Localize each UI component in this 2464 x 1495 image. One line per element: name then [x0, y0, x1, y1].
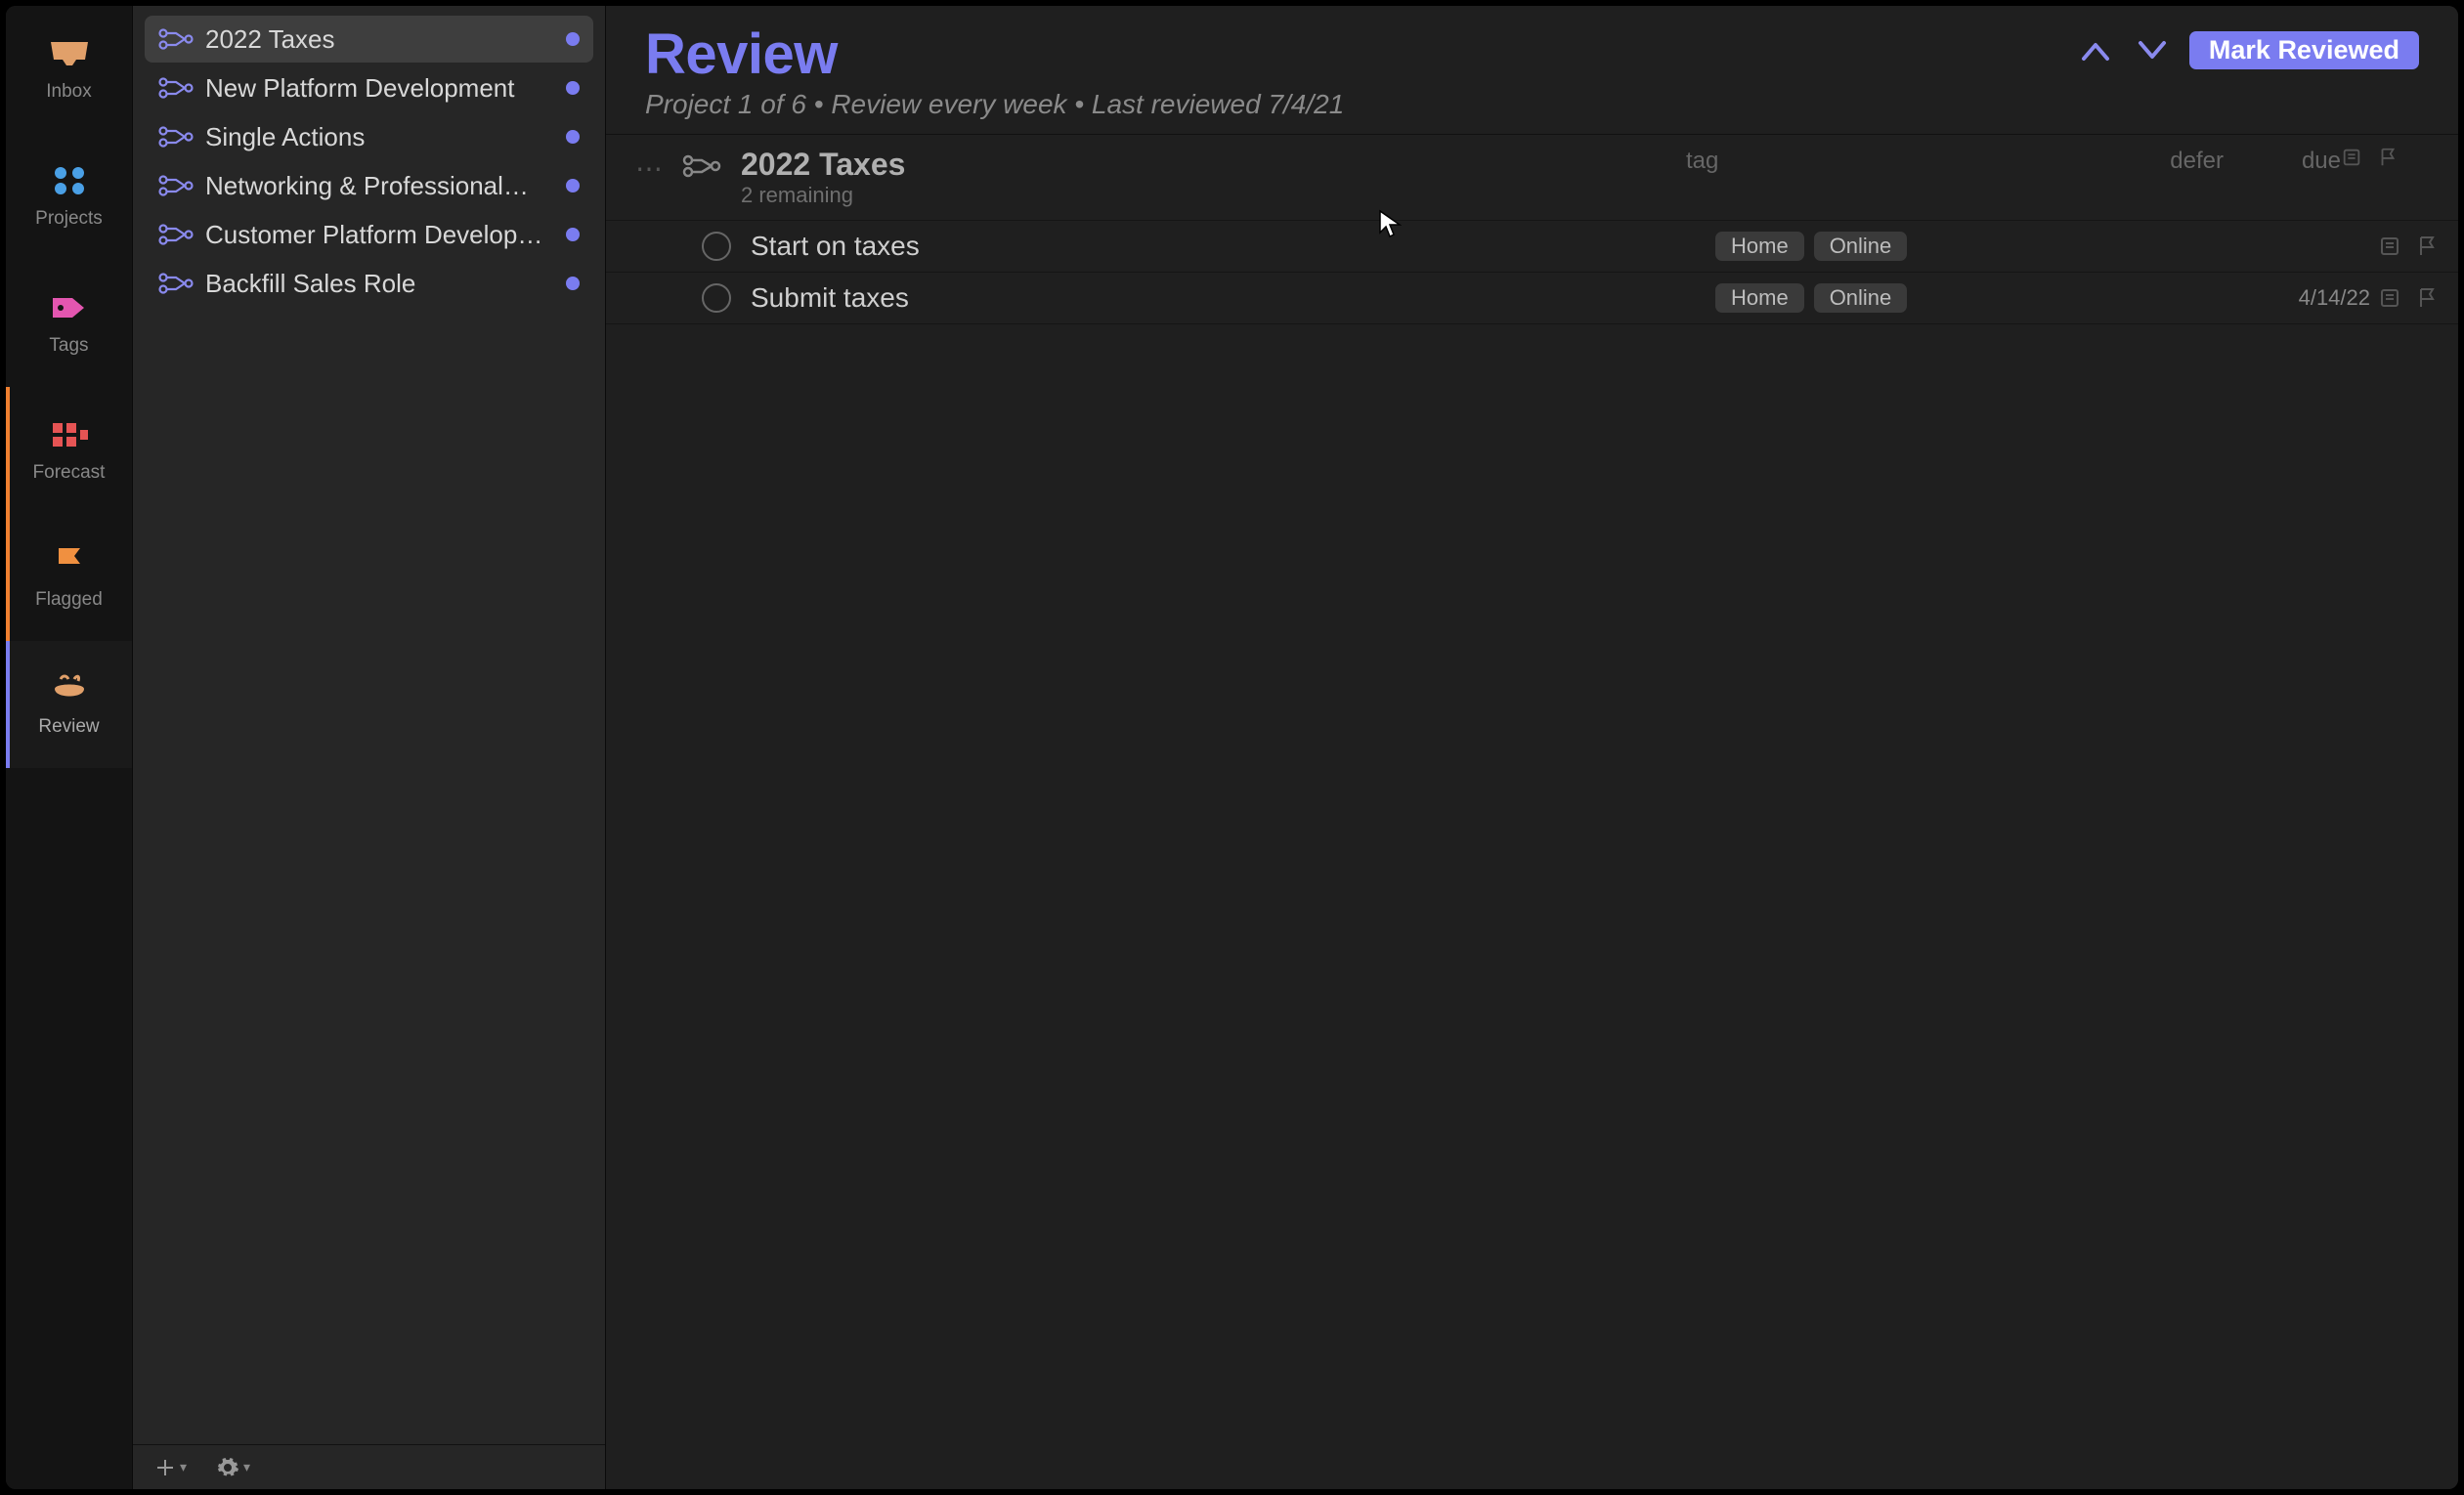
task-due[interactable]: 4/14/22 [2253, 285, 2370, 311]
chevron-down-icon: ▾ [180, 1459, 187, 1475]
page-title: Review [645, 21, 2056, 87]
task-name[interactable]: Start on taxes [751, 231, 1715, 262]
flag-icon[interactable] [2415, 235, 2439, 258]
rail-label: Projects [35, 208, 103, 230]
chevron-down-icon: ▾ [243, 1459, 250, 1475]
project-icon [682, 147, 721, 178]
rail-tab-tags[interactable]: Tags [6, 260, 132, 387]
review-dot-icon [566, 81, 580, 95]
sidebar-footer: ▾ ▾ [133, 1444, 605, 1489]
projects-icon [47, 163, 92, 198]
sidebar-item-label: 2022 Taxes [205, 24, 554, 55]
project-icon [158, 126, 194, 148]
sidebar-item-label: Customer Platform Develop… [205, 220, 554, 250]
rail-label: Inbox [46, 81, 91, 103]
sidebar-item-label: Networking & Professional… [205, 171, 554, 201]
task-list: Start on taxesHomeOnlineSubmit taxesHome… [606, 221, 2458, 324]
flag-icon[interactable] [2415, 286, 2439, 310]
sidebar-item-label: Single Actions [205, 122, 554, 152]
task-name[interactable]: Submit taxes [751, 282, 1715, 314]
flagged-icon [47, 544, 92, 579]
main-content: Review Project 1 of 6 • Review every wee… [606, 6, 2458, 1489]
add-button[interactable]: ▾ [154, 1457, 187, 1478]
sidebar-item-label: Backfill Sales Role [205, 269, 554, 299]
prev-project-button[interactable] [2076, 33, 2115, 68]
task-row-icons [2370, 286, 2439, 310]
review-dot-icon [566, 32, 580, 46]
task-row-icons [2370, 235, 2439, 258]
rail-label: Review [38, 716, 99, 738]
rail-tab-inbox[interactable]: Inbox [6, 6, 132, 133]
project-icon [158, 77, 194, 99]
drag-handle-icon[interactable]: ⋯ [635, 147, 663, 185]
rail-label: Tags [49, 335, 88, 357]
task-row[interactable]: Start on taxesHome Online [606, 221, 2458, 273]
mark-reviewed-button[interactable]: Mark Reviewed [2189, 31, 2419, 69]
tag-chip[interactable]: Online [1814, 232, 1908, 261]
project-list: 2022 Taxes New Platform Development Single… [133, 6, 605, 1444]
sidebar-item-project[interactable]: Single Actions [145, 113, 593, 160]
inbox-icon [47, 36, 92, 71]
task-tags: Home Online [1715, 232, 2126, 261]
sidebar-item-project[interactable]: Networking & Professional… [145, 162, 593, 209]
project-icon [158, 273, 194, 294]
settings-button[interactable]: ▾ [216, 1456, 250, 1479]
project-remaining: 2 remaining [741, 183, 1666, 208]
review-dot-icon [566, 277, 580, 290]
task-checkbox[interactable] [702, 232, 731, 261]
tags-icon [47, 290, 92, 325]
review-dot-icon [566, 179, 580, 192]
rail-label: Flagged [35, 589, 103, 611]
rail-label: Forecast [33, 462, 106, 484]
flag-column-icon [2377, 147, 2399, 168]
project-header-row: ⋯ 2022 Taxes 2 remaining tag defer due [606, 135, 2458, 221]
column-header-defer: defer [2097, 148, 2224, 175]
rail-tab-review[interactable]: Review [6, 641, 132, 768]
column-header-tag: tag [1686, 148, 2097, 175]
review-header: Review Project 1 of 6 • Review every wee… [606, 6, 2458, 135]
tag-chip[interactable]: Home [1715, 283, 1804, 313]
rail-tab-flagged[interactable]: Flagged [6, 514, 132, 641]
project-icon [158, 175, 194, 196]
next-project-button[interactable] [2133, 33, 2172, 68]
rail-tab-projects[interactable]: Projects [6, 133, 132, 260]
review-subtitle: Project 1 of 6 • Review every week • Las… [645, 89, 2056, 120]
review-icon [47, 671, 92, 706]
project-icon [158, 224, 194, 245]
perspective-rail: Inbox Projects Tags Forecast Flagged [6, 6, 133, 1489]
tag-chip[interactable]: Home [1715, 232, 1804, 261]
project-title[interactable]: 2022 Taxes [741, 147, 1666, 183]
sidebar-item-project[interactable]: New Platform Development [145, 64, 593, 111]
project-icon [158, 28, 194, 50]
sidebar-item-project[interactable]: Customer Platform Develop… [145, 211, 593, 258]
task-row[interactable]: Submit taxesHome Online 4/14/22 [606, 273, 2458, 324]
sidebar-item-project[interactable]: 2022 Taxes [145, 16, 593, 63]
task-tags: Home Online [1715, 283, 2126, 313]
rail-tab-forecast[interactable]: Forecast [6, 387, 132, 514]
project-sidebar: 2022 Taxes New Platform Development Single… [133, 6, 606, 1489]
column-header-due: due [2224, 148, 2341, 175]
review-dot-icon [566, 130, 580, 144]
forecast-icon [47, 417, 92, 452]
sidebar-item-project[interactable]: Backfill Sales Role [145, 260, 593, 307]
sidebar-item-label: New Platform Development [205, 73, 554, 104]
task-checkbox[interactable] [702, 283, 731, 313]
note-column-icon [2341, 147, 2362, 168]
tag-chip[interactable]: Online [1814, 283, 1908, 313]
note-icon[interactable] [2378, 286, 2401, 310]
review-dot-icon [566, 228, 580, 241]
note-icon[interactable] [2378, 235, 2401, 258]
